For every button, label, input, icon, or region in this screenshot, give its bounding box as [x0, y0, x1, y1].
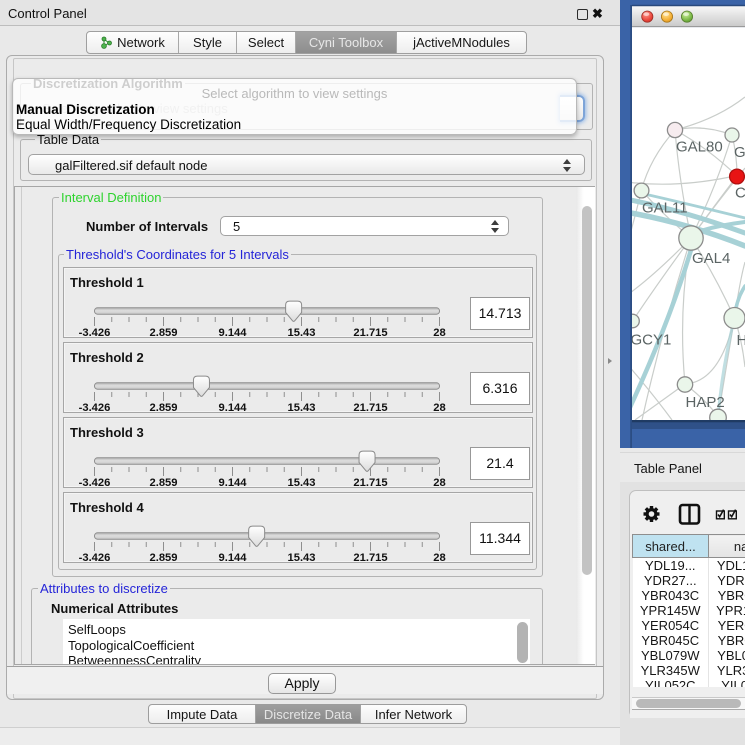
- svg-text:21.715: 21.715: [353, 552, 387, 564]
- svg-text:15.43: 15.43: [288, 477, 316, 489]
- svg-text:21.715: 21.715: [353, 327, 387, 339]
- svg-text:9.144: 9.144: [219, 402, 248, 414]
- svg-text:9.144: 9.144: [219, 477, 248, 489]
- svg-text:-3.426: -3.426: [79, 552, 111, 564]
- svg-text:15.43: 15.43: [288, 552, 316, 564]
- svg-text:28: 28: [433, 402, 445, 414]
- svg-text:HAP2: HAP2: [686, 394, 725, 411]
- svg-text:H: H: [737, 332, 745, 349]
- svg-text:C: C: [735, 185, 745, 202]
- svg-text:GAL4: GAL4: [692, 250, 730, 267]
- svg-text:2.859: 2.859: [150, 477, 178, 489]
- svg-text:28: 28: [433, 477, 445, 489]
- svg-text:GA: GA: [734, 144, 745, 161]
- svg-text:9.144: 9.144: [219, 552, 248, 564]
- svg-text:2.859: 2.859: [150, 402, 178, 414]
- svg-text:28: 28: [433, 552, 445, 564]
- svg-text:GCY1: GCY1: [631, 332, 672, 349]
- svg-text:-3.426: -3.426: [79, 477, 111, 489]
- svg-text:2.859: 2.859: [150, 327, 178, 339]
- svg-text:21.715: 21.715: [353, 402, 387, 414]
- svg-text:21.715: 21.715: [353, 477, 387, 489]
- svg-text:-3.426: -3.426: [79, 327, 111, 339]
- svg-text:GAL80: GAL80: [676, 139, 723, 156]
- svg-text:GAL11: GAL11: [642, 200, 688, 217]
- svg-text:-3.426: -3.426: [79, 402, 111, 414]
- svg-text:15.43: 15.43: [288, 327, 316, 339]
- svg-text:28: 28: [433, 327, 445, 339]
- svg-text:15.43: 15.43: [288, 402, 316, 414]
- svg-text:9.144: 9.144: [219, 327, 248, 339]
- svg-text:2.859: 2.859: [150, 552, 178, 564]
